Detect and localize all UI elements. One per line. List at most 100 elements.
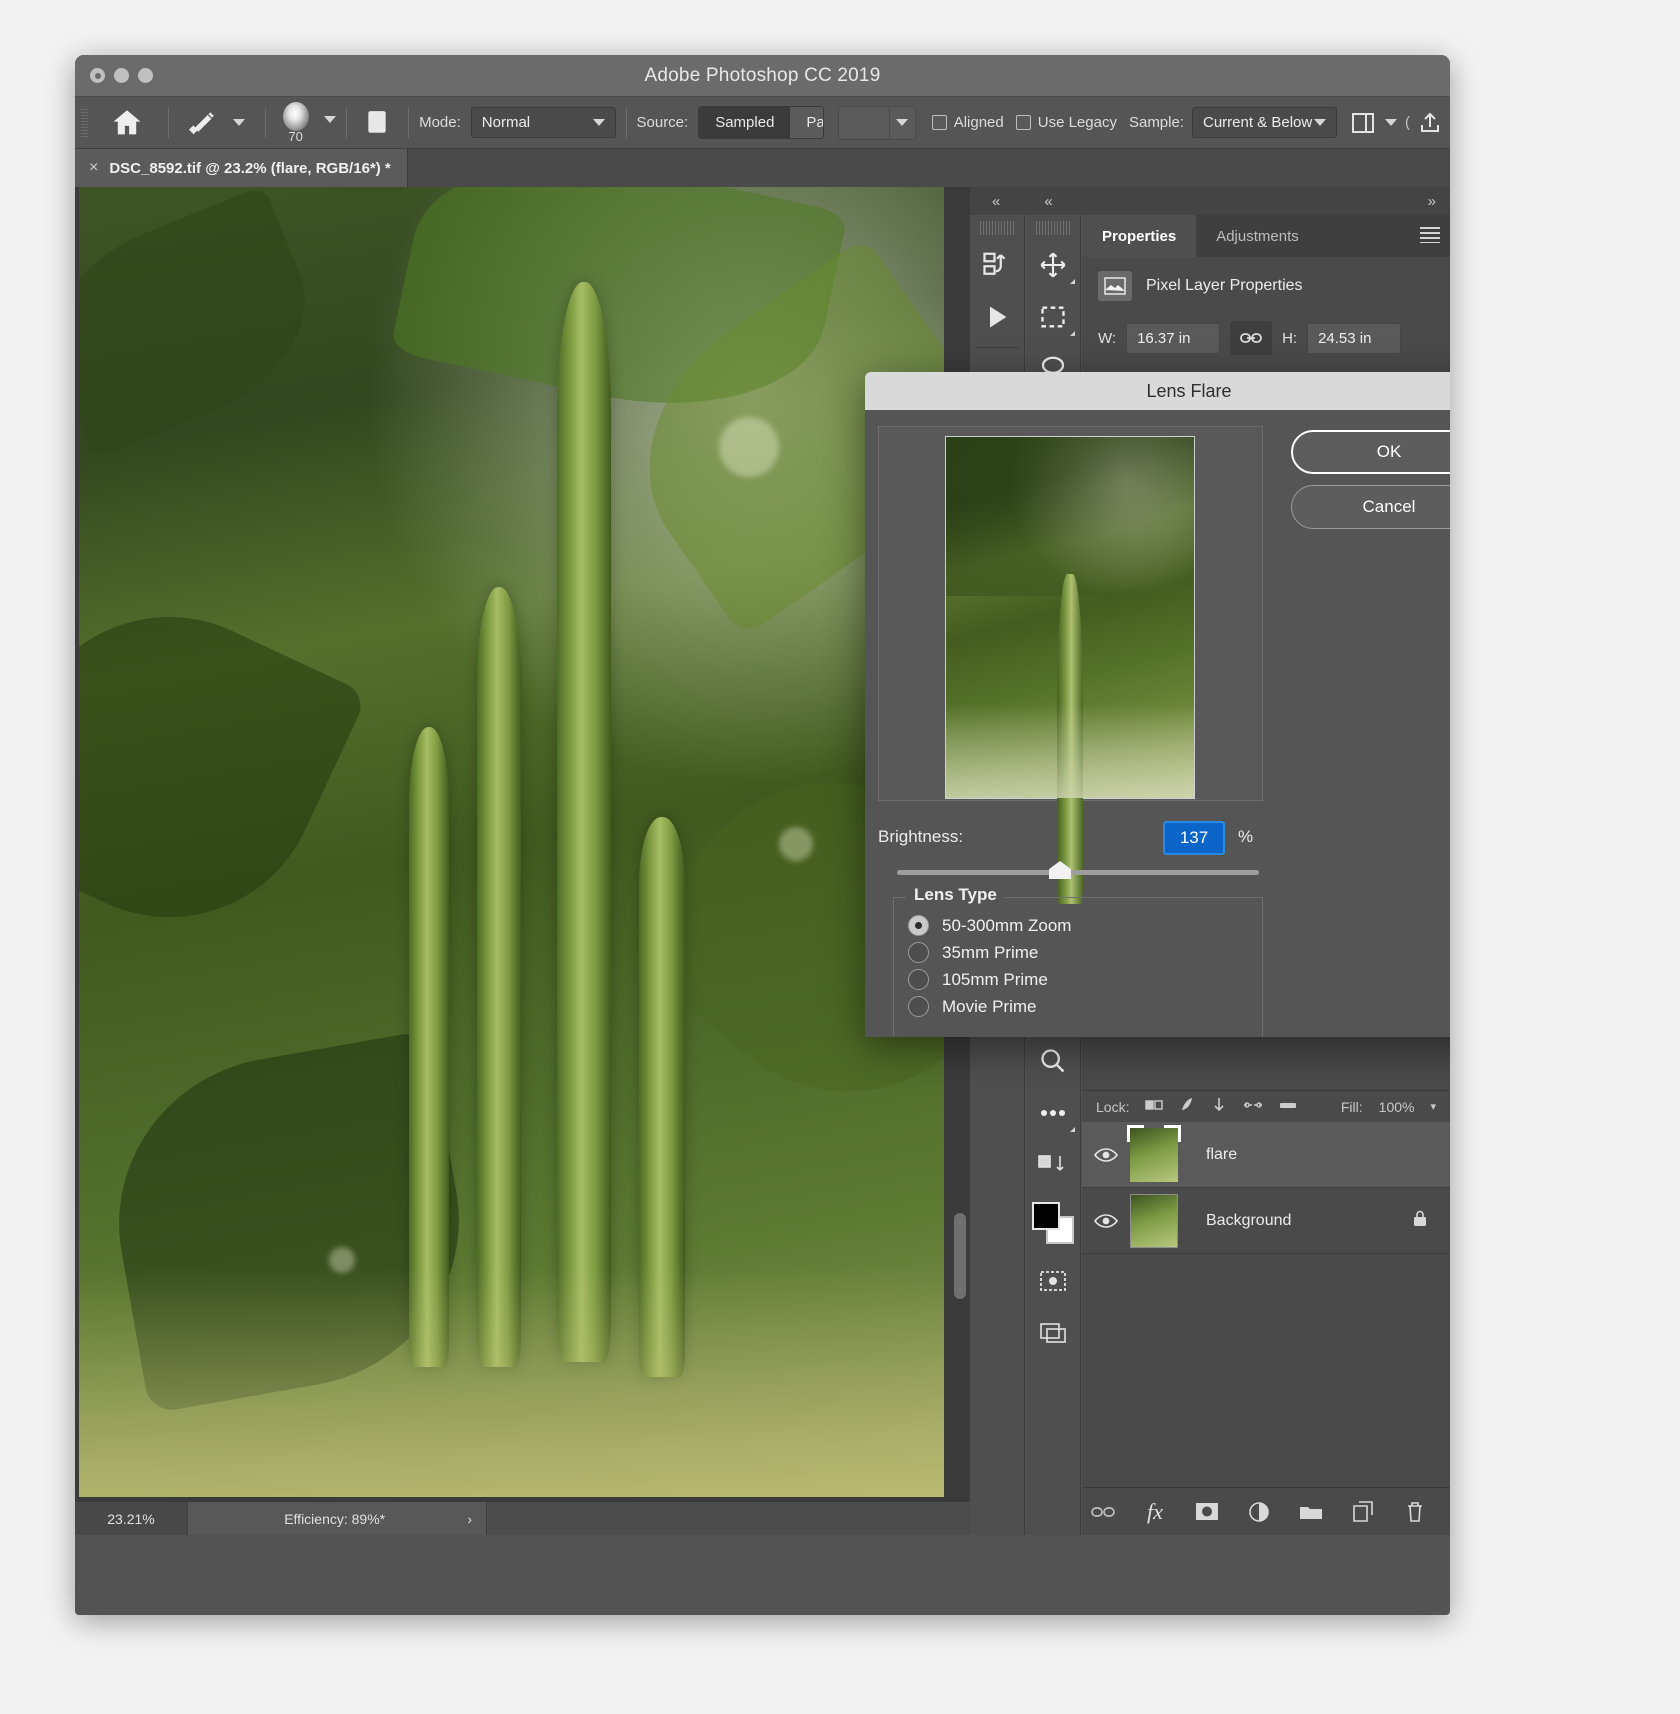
foreground-color-swatch[interactable] — [1032, 1202, 1060, 1230]
new-group-icon[interactable] — [1298, 1499, 1324, 1525]
fill-value[interactable]: 100% — [1379, 1099, 1415, 1115]
brightness-slider[interactable] — [897, 861, 1259, 879]
fx-icon[interactable]: fx — [1142, 1499, 1168, 1525]
lens-type-option-zoom[interactable]: 50-300mm Zoom — [908, 912, 1071, 939]
color-swatches[interactable] — [1026, 1191, 1080, 1255]
chevron-down-icon[interactable]: ▾ — [1430, 1100, 1436, 1113]
efficiency-readout[interactable]: Efficiency: 89%* › — [187, 1501, 487, 1535]
sample-label: Sample: — [1128, 114, 1184, 131]
sample-select[interactable]: Current & Below — [1192, 107, 1337, 138]
options-bar: 70 Mode: Normal Source: Sampled Pattern — [75, 97, 1450, 149]
layer-thumbnail[interactable] — [1127, 1124, 1181, 1182]
adjustment-layer-icon[interactable] — [1246, 1499, 1272, 1525]
expand-panels-icon[interactable]: » — [1428, 193, 1436, 210]
lock-artboard-nesting-icon[interactable] — [1243, 1098, 1263, 1115]
mode-select[interactable]: Normal — [470, 107, 616, 138]
swap-colors-icon[interactable] — [1026, 1139, 1080, 1191]
link-layers-icon[interactable] — [1090, 1499, 1116, 1525]
tool-column-grip[interactable] — [980, 221, 1014, 235]
panel-menu-icon[interactable] — [1420, 227, 1440, 243]
lens-type-option-movie[interactable]: Movie Prime — [908, 993, 1071, 1020]
use-legacy-checkbox-row[interactable]: Use Legacy — [1015, 114, 1117, 131]
lock-transparent-pixels-icon[interactable] — [1145, 1098, 1164, 1115]
add-mask-icon[interactable] — [1194, 1499, 1220, 1525]
link-icon[interactable] — [1230, 321, 1273, 355]
brush-size-picker[interactable]: 70 — [276, 101, 336, 144]
tab-adjustments[interactable]: Adjustments — [1196, 215, 1319, 257]
options-bar-grip[interactable] — [81, 108, 89, 137]
zoom-level[interactable]: 23.21% — [75, 1501, 187, 1535]
aligned-checkbox[interactable] — [931, 115, 947, 130]
use-legacy-checkbox[interactable] — [1015, 115, 1031, 130]
collapse-dock-a-icon[interactable]: « — [992, 193, 1000, 210]
tool-more-indicator — [1070, 331, 1075, 336]
share-icon[interactable] — [1410, 111, 1450, 135]
clone-stamp-icon[interactable] — [356, 108, 398, 138]
healing-brush-icon[interactable] — [179, 107, 223, 139]
play-icon[interactable] — [970, 291, 1024, 343]
lock-image-pixels-icon[interactable] — [1179, 1097, 1195, 1116]
layer-thumbnail[interactable] — [1130, 1193, 1178, 1248]
radio-icon[interactable] — [908, 969, 929, 990]
pattern-dropdown[interactable] — [889, 105, 916, 140]
screen-mode-icon[interactable] — [1026, 1307, 1080, 1359]
home-icon[interactable] — [96, 106, 158, 140]
marquee-icon[interactable] — [1026, 291, 1080, 343]
chevron-down-icon — [1314, 119, 1326, 126]
flare-preview-box[interactable] — [878, 426, 1263, 905]
collapse-dock-b-icon[interactable]: « — [1044, 193, 1052, 210]
lens-type-option-35mm[interactable]: 35mm Prime — [908, 939, 1071, 966]
pixel-layer-icon — [1098, 271, 1132, 301]
radio-icon[interactable] — [908, 996, 929, 1017]
zoom-icon[interactable] — [1026, 1035, 1080, 1087]
layer-name[interactable]: flare — [1178, 1146, 1450, 1164]
close-icon[interactable]: × — [89, 159, 98, 177]
pattern-preview-field[interactable] — [837, 105, 890, 140]
artboard-icon[interactable] — [970, 239, 1024, 291]
quick-mask-icon[interactable] — [1026, 1255, 1080, 1307]
cancel-button[interactable]: Cancel — [1291, 485, 1450, 529]
height-input[interactable]: 24.53 in — [1307, 322, 1402, 354]
layer-row-flare[interactable]: flare — [1082, 1122, 1450, 1188]
fill-label: Fill: — [1340, 1098, 1363, 1115]
lock-position-icon[interactable] — [1211, 1097, 1227, 1116]
more-tools-icon[interactable] — [1026, 1087, 1080, 1139]
lock-all-icon[interactable] — [1279, 1098, 1297, 1115]
radio-icon[interactable] — [908, 942, 929, 963]
source-label: Source: — [636, 114, 689, 131]
canvas-area[interactable]: 23.21% Efficiency: 89%* › — [75, 187, 970, 1535]
width-input[interactable]: 16.37 in — [1126, 322, 1221, 354]
canvas-vertical-scrollbar[interactable] — [954, 1213, 966, 1299]
chevron-right-icon[interactable]: › — [467, 1511, 472, 1527]
workspace-icon[interactable] — [1343, 112, 1383, 134]
divider — [345, 107, 347, 138]
brightness-input[interactable]: 137 — [1163, 821, 1225, 855]
layer-row-background[interactable]: Background — [1082, 1188, 1450, 1254]
chevron-down-icon[interactable] — [1385, 119, 1397, 126]
dialog-title[interactable]: Lens Flare — [865, 372, 1450, 410]
paren-glyph: ( — [1405, 114, 1410, 131]
divider — [976, 347, 1018, 348]
tool-column-grip[interactable] — [1036, 221, 1070, 235]
aligned-checkbox-row[interactable]: Aligned — [931, 114, 1004, 131]
layer-name[interactable]: Background — [1178, 1212, 1412, 1230]
source-pattern-button[interactable]: Pattern — [790, 107, 823, 138]
lens-type-option-105mm[interactable]: 105mm Prime — [908, 966, 1071, 993]
mode-label: Mode: — [419, 114, 461, 131]
lens-type-label: 50-300mm Zoom — [942, 915, 1072, 935]
ok-button[interactable]: OK — [1291, 430, 1450, 474]
move-icon[interactable] — [1026, 239, 1080, 291]
healing-brush-dropdown[interactable] — [223, 119, 255, 126]
radio-icon[interactable] — [908, 915, 929, 936]
delete-layer-icon[interactable] — [1402, 1499, 1428, 1525]
flare-preview-image[interactable] — [945, 436, 1195, 905]
use-legacy-label: Use Legacy — [1037, 114, 1117, 131]
efficiency-label: Efficiency: 89%* — [284, 1510, 386, 1527]
toggle-visibility-background[interactable] — [1082, 1213, 1130, 1229]
new-layer-icon[interactable] — [1350, 1499, 1376, 1525]
document-tab[interactable]: × DSC_8592.tif @ 23.2% (flare, RGB/16*) … — [75, 149, 408, 187]
source-sampled-button[interactable]: Sampled — [699, 107, 791, 138]
toggle-visibility-flare[interactable] — [1082, 1147, 1130, 1163]
document-image[interactable] — [79, 187, 944, 1497]
tab-properties[interactable]: Properties — [1082, 215, 1197, 257]
